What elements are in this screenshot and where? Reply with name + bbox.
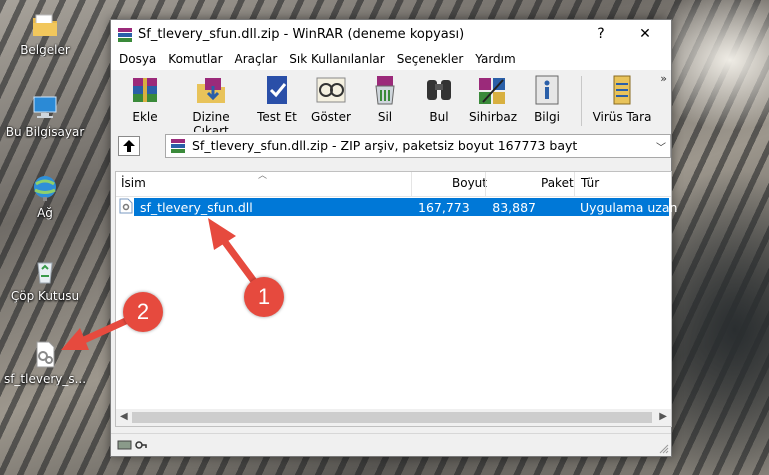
column-header-size[interactable]: Boyut (452, 176, 487, 190)
drive-key-icon[interactable] (117, 438, 147, 452)
scroll-left-icon[interactable]: ◀ (120, 411, 128, 422)
up-folder-button[interactable] (118, 136, 140, 156)
desktop-icon-label: sf_tlevery_s... (3, 372, 87, 386)
info-icon (535, 75, 559, 105)
menu-help[interactable]: Yardım (469, 49, 521, 70)
delete-icon (375, 76, 395, 105)
column-header-name[interactable]: İsim (121, 176, 146, 190)
step-badge-2: 2 (123, 292, 163, 332)
horizontal-scrollbar[interactable]: ◀ ▶ (116, 409, 671, 426)
column-divider[interactable] (485, 172, 486, 196)
desktop-icon-label: Belgeler (20, 43, 70, 57)
network-icon (34, 176, 56, 201)
column-header-packed[interactable]: Paket (541, 176, 574, 190)
file-row[interactable]: sf_tlevery_sfun.dll 167,773 83,887 Uygul… (119, 198, 677, 216)
toolbar-label: Bilgi (534, 110, 560, 124)
toolbar-virus-scan-button[interactable]: Virüs Tara (588, 70, 656, 132)
close-button[interactable]: ✕ (625, 20, 665, 49)
wizard-icon (479, 78, 505, 104)
toolbar-separator (581, 76, 582, 126)
toolbar-overflow-button[interactable]: » (660, 72, 667, 85)
arrow-up-icon (123, 140, 135, 152)
desktop-icon-label: Bu Bilgisayar (5, 125, 85, 139)
file-packed-size: 83,887 (492, 200, 536, 215)
menu-tools[interactable]: Araçlar (229, 49, 284, 70)
virus-scan-icon (613, 75, 631, 105)
add-archive-icon (133, 78, 157, 102)
menu-favorites[interactable]: Sık Kullanılanlar (283, 49, 390, 70)
toolbar-label: Göster (311, 110, 351, 124)
desktop-icon-documents[interactable]: Belgeler (0, 10, 90, 57)
zip-archive-icon (171, 139, 185, 153)
column-header-type[interactable]: Tür (581, 176, 599, 190)
folder-documents-icon (33, 14, 57, 36)
step-badge-1: 1 (244, 277, 284, 317)
toolbar-view-button[interactable]: Göster (305, 70, 357, 132)
archive-path-dropdown[interactable]: Sf_tlevery_sfun.dll.zip - ZIP arşiv, pak… (165, 134, 671, 158)
column-divider[interactable] (574, 172, 575, 196)
test-icon (267, 76, 287, 104)
list-header: ︿ İsim Boyut Paket Tür (116, 171, 671, 197)
toolbar-wizard-button[interactable]: Sihirbaz (467, 70, 519, 132)
toolbar-label: Sihirbaz (468, 110, 518, 124)
desktop-icon-network[interactable]: Ağ (0, 173, 90, 220)
menu-commands[interactable]: Komutlar (162, 49, 228, 70)
toolbar-label: Bul (429, 110, 449, 124)
desktop-icon-recycle-bin[interactable]: Çöp Kutusu (0, 256, 90, 303)
toolbar-delete-button[interactable]: Sil (359, 70, 411, 132)
help-button[interactable]: ? (581, 20, 621, 49)
file-list: ︿ İsim Boyut Paket Tür sf_tlevery_sfun.d… (115, 171, 677, 427)
toolbar-label: Sil (377, 110, 393, 124)
chevron-down-icon[interactable]: ﹀ (656, 139, 666, 154)
computer-icon (33, 96, 57, 118)
menu-options[interactable]: Seçenekler (391, 49, 470, 70)
scrollbar-thumb[interactable] (132, 412, 652, 423)
toolbar-info-button[interactable]: Bilgi (521, 70, 573, 132)
view-icon (316, 77, 346, 103)
desktop-icon-label: Ağ (37, 206, 53, 220)
file-name: sf_tlevery_sfun.dll (140, 200, 253, 215)
resize-grip-icon[interactable] (659, 444, 669, 454)
file-type: Uygulama uzan (580, 200, 678, 215)
scroll-right-icon[interactable]: ▶ (659, 411, 667, 422)
desktop-icon-dll-file[interactable]: sf_tlevery_s... (0, 339, 90, 386)
dll-file-icon (119, 198, 133, 214)
winrar-window: Sf_tlevery_sfun.dll.zip - WinRAR (deneme… (110, 19, 677, 457)
toolbar-test-button[interactable]: Test Et (251, 70, 303, 132)
menu-file[interactable]: Dosya (113, 49, 162, 70)
sort-indicator-icon: ︿ (258, 171, 268, 181)
winrar-app-icon (118, 28, 132, 42)
title-bar[interactable]: Sf_tlevery_sfun.dll.zip - WinRAR (deneme… (111, 20, 671, 49)
extract-to-icon (197, 78, 225, 103)
desktop-icon-label: Çöp Kutusu (10, 289, 80, 303)
find-icon (427, 80, 451, 100)
toolbar-label: Ekle (132, 110, 158, 124)
recycle-bin-icon (37, 262, 53, 284)
archive-path: Sf_tlevery_sfun.dll.zip - ZIP arşiv, pak… (192, 138, 578, 153)
dll-file-icon (36, 341, 55, 368)
column-divider[interactable] (411, 172, 412, 196)
status-bar (111, 433, 671, 456)
address-bar: Sf_tlevery_sfun.dll.zip - ZIP arşiv, pak… (111, 132, 671, 158)
toolbar: Ekle Dizine Çıkart Test Et Göster Sil Bu… (111, 70, 671, 138)
desktop-icon-this-pc[interactable]: Bu Bilgisayar (0, 92, 90, 139)
toolbar-find-button[interactable]: Bul (413, 70, 465, 132)
toolbar-label: Virüs Tara (592, 110, 652, 124)
window-title: Sf_tlevery_sfun.dll.zip - WinRAR (deneme… (138, 27, 465, 42)
toolbar-label: Test Et (257, 110, 297, 124)
file-size: 167,773 (418, 200, 470, 215)
menu-bar: Dosya Komutlar Araçlar Sık Kullanılanlar… (111, 49, 671, 70)
toolbar-extract-button[interactable]: Dizine Çıkart (173, 70, 249, 138)
toolbar-add-button[interactable]: Ekle (119, 70, 171, 132)
